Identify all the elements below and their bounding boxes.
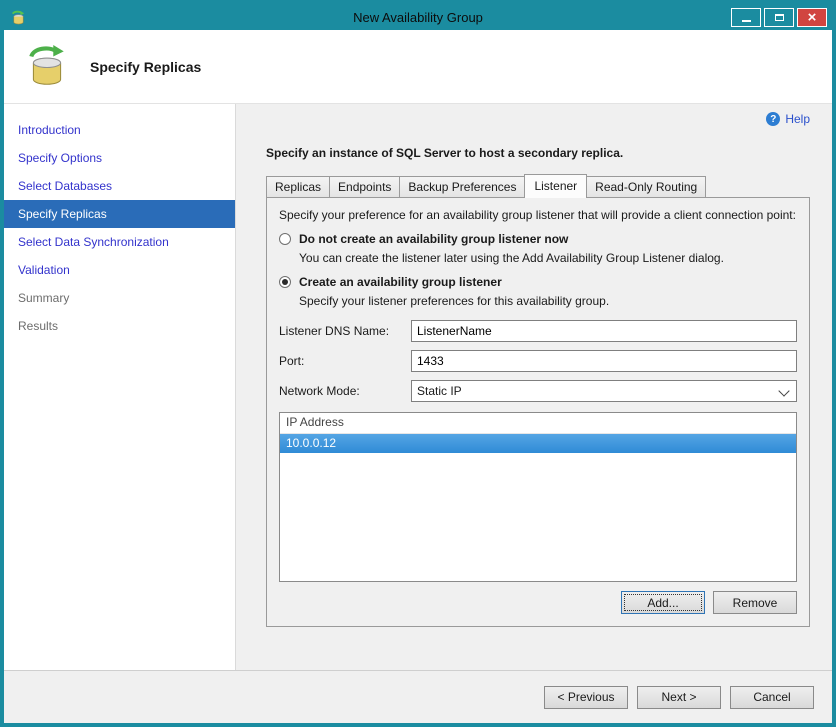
maximize-button[interactable] [764, 7, 794, 27]
help-label: Help [785, 112, 810, 126]
minimize-icon [741, 19, 751, 22]
network-mode-row: Network Mode: Static IP [279, 380, 797, 402]
page-title: Specify Replicas [90, 58, 202, 75]
tab-replicas[interactable]: Replicas [266, 176, 331, 197]
sidebar-item-validation[interactable]: Validation [4, 256, 235, 284]
port-label: Port: [279, 354, 305, 368]
minimize-button[interactable] [731, 7, 761, 27]
new-availability-group-window: New Availability Group Specify Replicas … [0, 0, 836, 727]
instruction-text: Specify an instance of SQL Server to hos… [266, 146, 624, 160]
sidebar-item-summary: Summary [18, 291, 70, 305]
maximize-icon [774, 13, 784, 21]
sidebar-item-specify-replicas[interactable]: Specify Replicas [4, 200, 235, 228]
tab-backup-preferences[interactable]: Backup Preferences [399, 176, 526, 197]
network-mode-label: Network Mode: [279, 384, 360, 398]
titlebar: New Availability Group [4, 4, 832, 30]
list-item[interactable]: 10.0.0.12 [280, 434, 796, 453]
close-icon [808, 10, 817, 25]
listener-intro-text: Specify your preference for an availabil… [279, 208, 796, 222]
wizard-header: Specify Replicas [4, 30, 832, 104]
sidebar-item-introduction[interactable]: Introduction [4, 116, 235, 144]
wizard-footer: < Previous Next > Cancel [4, 670, 832, 723]
previous-button[interactable]: < Previous [544, 685, 628, 709]
sidebar-item-results: Results [18, 319, 59, 333]
next-button[interactable]: Next > [637, 685, 721, 709]
radio-unselected-icon[interactable] [279, 233, 291, 245]
radio-selected-icon[interactable] [279, 276, 291, 288]
listener-tab-panel: Specify your preference for an availabil… [266, 197, 810, 627]
ip-list-buttons: Add... Remove [279, 591, 797, 614]
network-mode-selected-value: Static IP [417, 384, 462, 398]
option-create-listener-label: Create an availability group listener [299, 275, 502, 289]
close-button[interactable] [797, 7, 827, 27]
window-controls [731, 7, 827, 27]
option-create-listener-description: Specify your listener preferences for th… [299, 294, 610, 308]
remove-button[interactable]: Remove [713, 591, 797, 614]
cancel-button[interactable]: Cancel [730, 685, 814, 709]
tab-endpoints[interactable]: Endpoints [329, 176, 401, 197]
tab-strip: Replicas Endpoints Backup Preferences Li… [266, 174, 810, 198]
radio-create-listener[interactable]: Create an availability group listener [279, 275, 797, 289]
radio-no-listener[interactable]: Do not create an availability group list… [279, 232, 797, 246]
dns-name-label: Listener DNS Name: [279, 324, 390, 338]
sidebar-item-select-data-synchronization[interactable]: Select Data Synchronization [4, 228, 235, 256]
port-input[interactable] [411, 350, 797, 372]
main-panel: ? Help Specify an instance of SQL Server… [236, 104, 832, 670]
network-mode-dropdown[interactable]: Static IP [411, 380, 797, 402]
option-no-listener-label: Do not create an availability group list… [299, 232, 569, 246]
help-link[interactable]: ? Help [266, 112, 810, 126]
option-create-listener: Create an availability group listener Sp… [279, 275, 797, 308]
listener-fields: Listener DNS Name: Port: Network Mode: S… [279, 320, 797, 402]
option-no-listener-description: You can create the listener later using … [299, 251, 724, 265]
port-row: Port: [279, 350, 797, 372]
app-icon [12, 10, 25, 24]
option-no-listener: Do not create an availability group list… [279, 232, 797, 265]
tab-read-only-routing[interactable]: Read-Only Routing [586, 176, 707, 197]
dns-name-input[interactable] [411, 320, 797, 342]
chevron-down-icon [778, 385, 790, 397]
wizard-body: Introduction Specify Options Select Data… [4, 104, 832, 670]
ip-address-column-header: IP Address [280, 413, 796, 434]
help-icon: ? [766, 112, 781, 126]
dns-name-row: Listener DNS Name: [279, 320, 797, 342]
ip-address-list[interactable]: IP Address 10.0.0.12 [279, 412, 797, 582]
wizard-steps-sidebar: Introduction Specify Options Select Data… [4, 104, 236, 670]
tab-listener[interactable]: Listener [524, 174, 588, 198]
window-title: New Availability Group [353, 9, 483, 25]
add-button[interactable]: Add... [621, 591, 705, 614]
availability-group-icon [29, 44, 64, 85]
sidebar-item-select-databases[interactable]: Select Databases [4, 172, 235, 200]
sidebar-item-specify-options[interactable]: Specify Options [4, 144, 235, 172]
